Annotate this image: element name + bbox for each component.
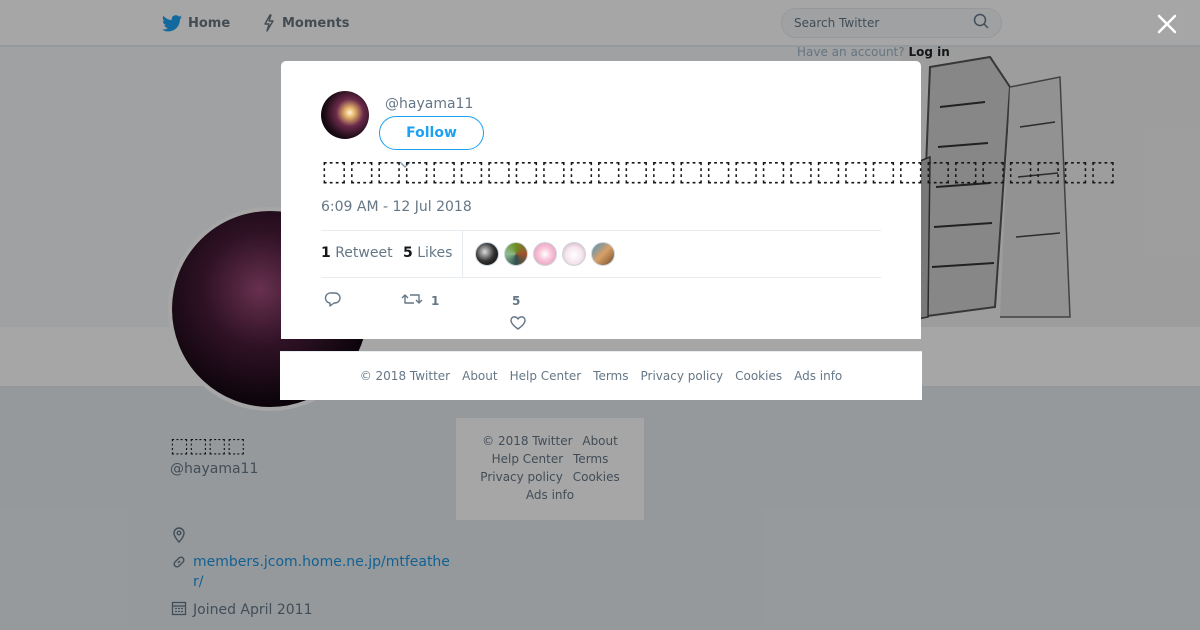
- liker-avatar[interactable]: [533, 242, 557, 266]
- footer-help[interactable]: Help Center: [510, 369, 582, 383]
- tweet-timestamp[interactable]: 6:09 AM - 12 Jul 2018: [321, 199, 472, 215]
- close-icon[interactable]: [1154, 11, 1180, 37]
- reply-button[interactable]: [324, 290, 342, 311]
- retweet-stat-count: 1: [321, 245, 331, 261]
- tweet-actions: 1 5: [321, 286, 881, 336]
- footer-copyright: © 2018 Twitter: [359, 369, 451, 383]
- liker-avatar[interactable]: [591, 242, 615, 266]
- retweet-button[interactable]: 1: [401, 290, 439, 311]
- tweet-author-handle[interactable]: @hayama11: [385, 96, 473, 112]
- footer-cookies[interactable]: Cookies: [735, 369, 782, 383]
- retweet-icon: [401, 290, 423, 311]
- liker-avatar[interactable]: [504, 242, 528, 266]
- footer-terms[interactable]: Terms: [593, 369, 628, 383]
- tweet-modal: @hayama11 Follow ⬚⬚⬚⬚⬚⬚⬚⬚⬚⬚⬚⬚⬚⬚⬚⬚⬚⬚⬚⬚⬚⬚⬚…: [281, 61, 1116, 339]
- liker-avatar[interactable]: [562, 242, 586, 266]
- likers-avatars: [475, 242, 615, 266]
- like-action-count: 5: [512, 294, 521, 308]
- login-link[interactable]: Log in: [908, 45, 949, 59]
- retweet-stat[interactable]: 1 Retweet: [321, 245, 393, 261]
- account-prompt-text: Have an account?: [797, 45, 905, 59]
- reply-icon: [324, 290, 342, 311]
- footer-ads[interactable]: Ads info: [794, 369, 842, 383]
- footer-about[interactable]: About: [462, 369, 497, 383]
- retweet-action-count: 1: [431, 293, 440, 308]
- tweet-text: ⬚⬚⬚⬚⬚⬚⬚⬚⬚⬚⬚⬚⬚⬚⬚⬚⬚⬚⬚⬚⬚⬚⬚⬚⬚⬚⬚⬚⬚: [321, 154, 1118, 187]
- footer-privacy[interactable]: Privacy policy: [641, 369, 724, 383]
- like-stat-count: 5: [403, 245, 413, 261]
- liker-avatar[interactable]: [475, 242, 499, 266]
- follow-button[interactable]: Follow: [379, 116, 484, 150]
- account-prompt: Have an account? Log in: [797, 45, 950, 59]
- retweet-stat-label: Retweet: [335, 245, 393, 261]
- heart-icon[interactable]: [509, 314, 527, 336]
- stats-divider: [462, 231, 463, 277]
- tweet-author-avatar[interactable]: [321, 91, 369, 139]
- modal-footer: © 2018 Twitter About Help Center Terms P…: [280, 351, 922, 400]
- tweet-stats: 1 Retweet 5 Likes: [321, 230, 881, 278]
- like-stat-label: Likes: [417, 245, 453, 261]
- like-stat[interactable]: 5 Likes: [403, 245, 452, 261]
